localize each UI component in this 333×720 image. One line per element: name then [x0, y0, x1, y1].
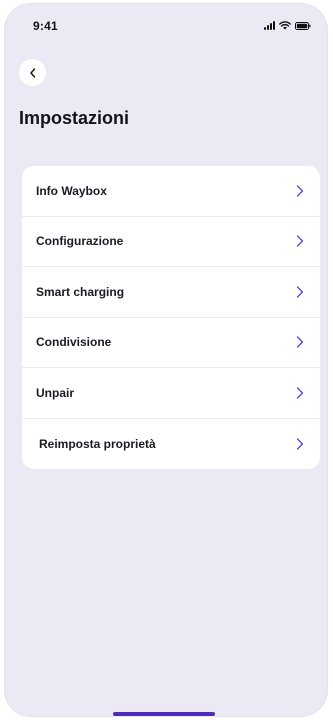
- page-title: Impostazioni: [19, 108, 130, 128]
- chevron-right-icon: [296, 286, 304, 298]
- settings-item-configurazione[interactable]: Configurazione: [22, 217, 320, 267]
- settings-item-label: Reimposta proprietà: [39, 436, 156, 451]
- settings-item-smart-charging[interactable]: Smart charging: [22, 267, 320, 318]
- settings-item-label: Condivisione: [36, 335, 112, 350]
- settings-item-condivisione[interactable]: Condivisione: [22, 318, 320, 368]
- settings-item-label: Info Waybox: [36, 183, 107, 198]
- settings-item-label: Unpair: [36, 385, 75, 400]
- chevron-right-icon: [296, 438, 304, 450]
- wifi-icon: [279, 21, 291, 30]
- phone-screen: 9:41 Impostazioni Info Waybox Configuraz…: [5, 4, 327, 716]
- status-icons: [264, 21, 311, 30]
- chevron-right-icon: [296, 235, 304, 247]
- settings-item-label: Configurazione: [36, 234, 124, 249]
- settings-item-reimposta-proprieta[interactable]: Reimposta proprietà: [22, 419, 320, 470]
- chevron-right-icon: [296, 387, 304, 399]
- chevron-right-icon: [296, 185, 304, 197]
- back-button[interactable]: [19, 59, 46, 86]
- status-bar: 9:41: [5, 4, 327, 44]
- signal-icon: [264, 21, 275, 30]
- status-time: 9:41: [33, 19, 58, 33]
- battery-icon: [295, 22, 311, 30]
- home-indicator: [113, 712, 215, 716]
- settings-item-label: Smart charging: [36, 284, 125, 299]
- settings-item-info-waybox[interactable]: Info Waybox: [22, 166, 320, 217]
- settings-menu: Info Waybox Configurazione Smart chargin…: [22, 166, 320, 469]
- chevron-left-icon: [29, 67, 35, 78]
- settings-item-unpair[interactable]: Unpair: [22, 368, 320, 419]
- chevron-right-icon: [296, 336, 304, 348]
